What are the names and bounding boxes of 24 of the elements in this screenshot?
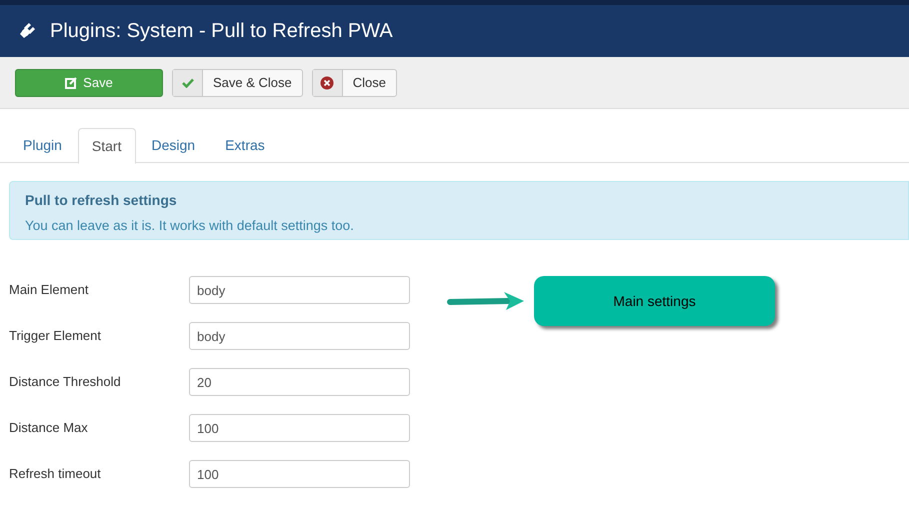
input-field[interactable]: 20 bbox=[189, 368, 410, 396]
edit-icon bbox=[65, 76, 78, 88]
check-icon bbox=[182, 78, 194, 88]
tab[interactable]: Extras bbox=[211, 128, 279, 163]
alert-heading: Pull to refresh settings bbox=[25, 191, 178, 210]
input-field[interactable]: body bbox=[189, 322, 410, 350]
input-field[interactable]: 100 bbox=[189, 460, 410, 488]
callout-label: Main settings bbox=[534, 276, 775, 326]
page-title: Plugins: System - Pull to Refresh PWA bbox=[50, 19, 393, 44]
field-label: Main Element bbox=[9, 281, 90, 300]
arrow-icon bbox=[446, 289, 526, 313]
tab[interactable]: Start bbox=[78, 128, 136, 164]
input-field[interactable]: body bbox=[189, 276, 410, 304]
input-field[interactable]: 100 bbox=[189, 414, 410, 442]
alert-text: You can leave as it is. It works with default settings too. bbox=[25, 217, 355, 235]
close-icon bbox=[320, 76, 334, 90]
field-label: Distance Max bbox=[9, 419, 89, 438]
close-button[interactable]: Close bbox=[312, 68, 398, 96]
field-label: Refresh timeout bbox=[9, 465, 102, 484]
field-label: Distance Threshold bbox=[9, 373, 122, 392]
field-label: Trigger Element bbox=[9, 327, 102, 346]
save-close-button[interactable]: Save & Close bbox=[172, 68, 303, 96]
tab[interactable]: Plugin bbox=[9, 128, 76, 163]
tab[interactable]: Design bbox=[138, 128, 210, 163]
